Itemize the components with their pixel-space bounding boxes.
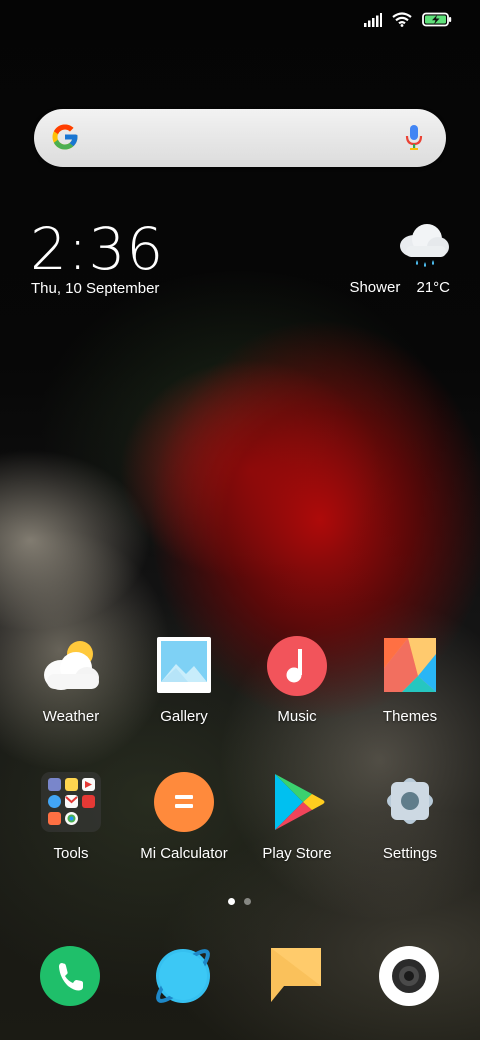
microphone-icon[interactable]: [404, 123, 424, 158]
app-label: Mi Calculator: [140, 845, 228, 862]
app-mi-calculator[interactable]: Mi Calculator: [124, 771, 244, 862]
dock-browser[interactable]: [151, 944, 215, 1008]
play-store-icon[interactable]: [265, 771, 329, 835]
wifi-icon: [392, 12, 412, 32]
app-weather[interactable]: Weather: [11, 634, 131, 725]
google-search-bar[interactable]: [34, 109, 446, 167]
browser-icon[interactable]: [151, 949, 215, 1012]
dock-phone[interactable]: [38, 944, 102, 1008]
messages-icon[interactable]: [264, 948, 328, 1012]
calculator-app-icon[interactable]: [152, 771, 216, 835]
app-play-store[interactable]: Play Store: [237, 771, 357, 862]
dock-messages[interactable]: [264, 944, 328, 1008]
app-settings[interactable]: Settings: [350, 771, 470, 862]
page-dot: [244, 898, 251, 905]
gallery-app-icon[interactable]: [152, 634, 216, 698]
app-themes[interactable]: Themes: [350, 634, 470, 725]
camera-icon[interactable]: [377, 946, 441, 1012]
app-label: Gallery: [160, 708, 208, 725]
battery-charging-icon: [422, 12, 452, 32]
weather-condition: Shower: [349, 279, 401, 296]
weather-temperature: 21°C: [416, 279, 450, 296]
app-label: Weather: [42, 708, 100, 725]
dock-camera[interactable]: [377, 944, 441, 1008]
clock-date[interactable]: Thu, 10 September: [31, 280, 159, 297]
phone-icon[interactable]: [38, 946, 102, 1012]
app-label: Themes: [382, 708, 438, 725]
weather-app-icon[interactable]: [39, 634, 103, 698]
app-label: Settings: [382, 845, 438, 862]
app-music[interactable]: Music: [237, 634, 357, 725]
music-app-icon[interactable]: [265, 634, 329, 698]
status-bar: [364, 10, 452, 34]
themes-app-icon[interactable]: [378, 634, 442, 698]
app-gallery[interactable]: Gallery: [124, 634, 244, 725]
google-g-icon[interactable]: [50, 122, 80, 157]
rain-cloud-icon: [396, 222, 450, 277]
clock-time[interactable]: 2:36: [30, 218, 164, 280]
app-label: Tools: [53, 845, 89, 862]
tools-folder-icon[interactable]: [39, 771, 103, 835]
signal-icon: [364, 12, 382, 32]
weather-widget[interactable]: Shower 21°C: [310, 222, 450, 302]
folder-tools[interactable]: Tools: [11, 771, 131, 862]
app-label: Music: [277, 708, 317, 725]
search-input[interactable]: [94, 123, 398, 155]
page-dot-active: [228, 898, 235, 905]
app-label: Play Store: [262, 845, 332, 862]
settings-app-icon[interactable]: [378, 771, 442, 835]
page-indicator: [228, 898, 251, 905]
